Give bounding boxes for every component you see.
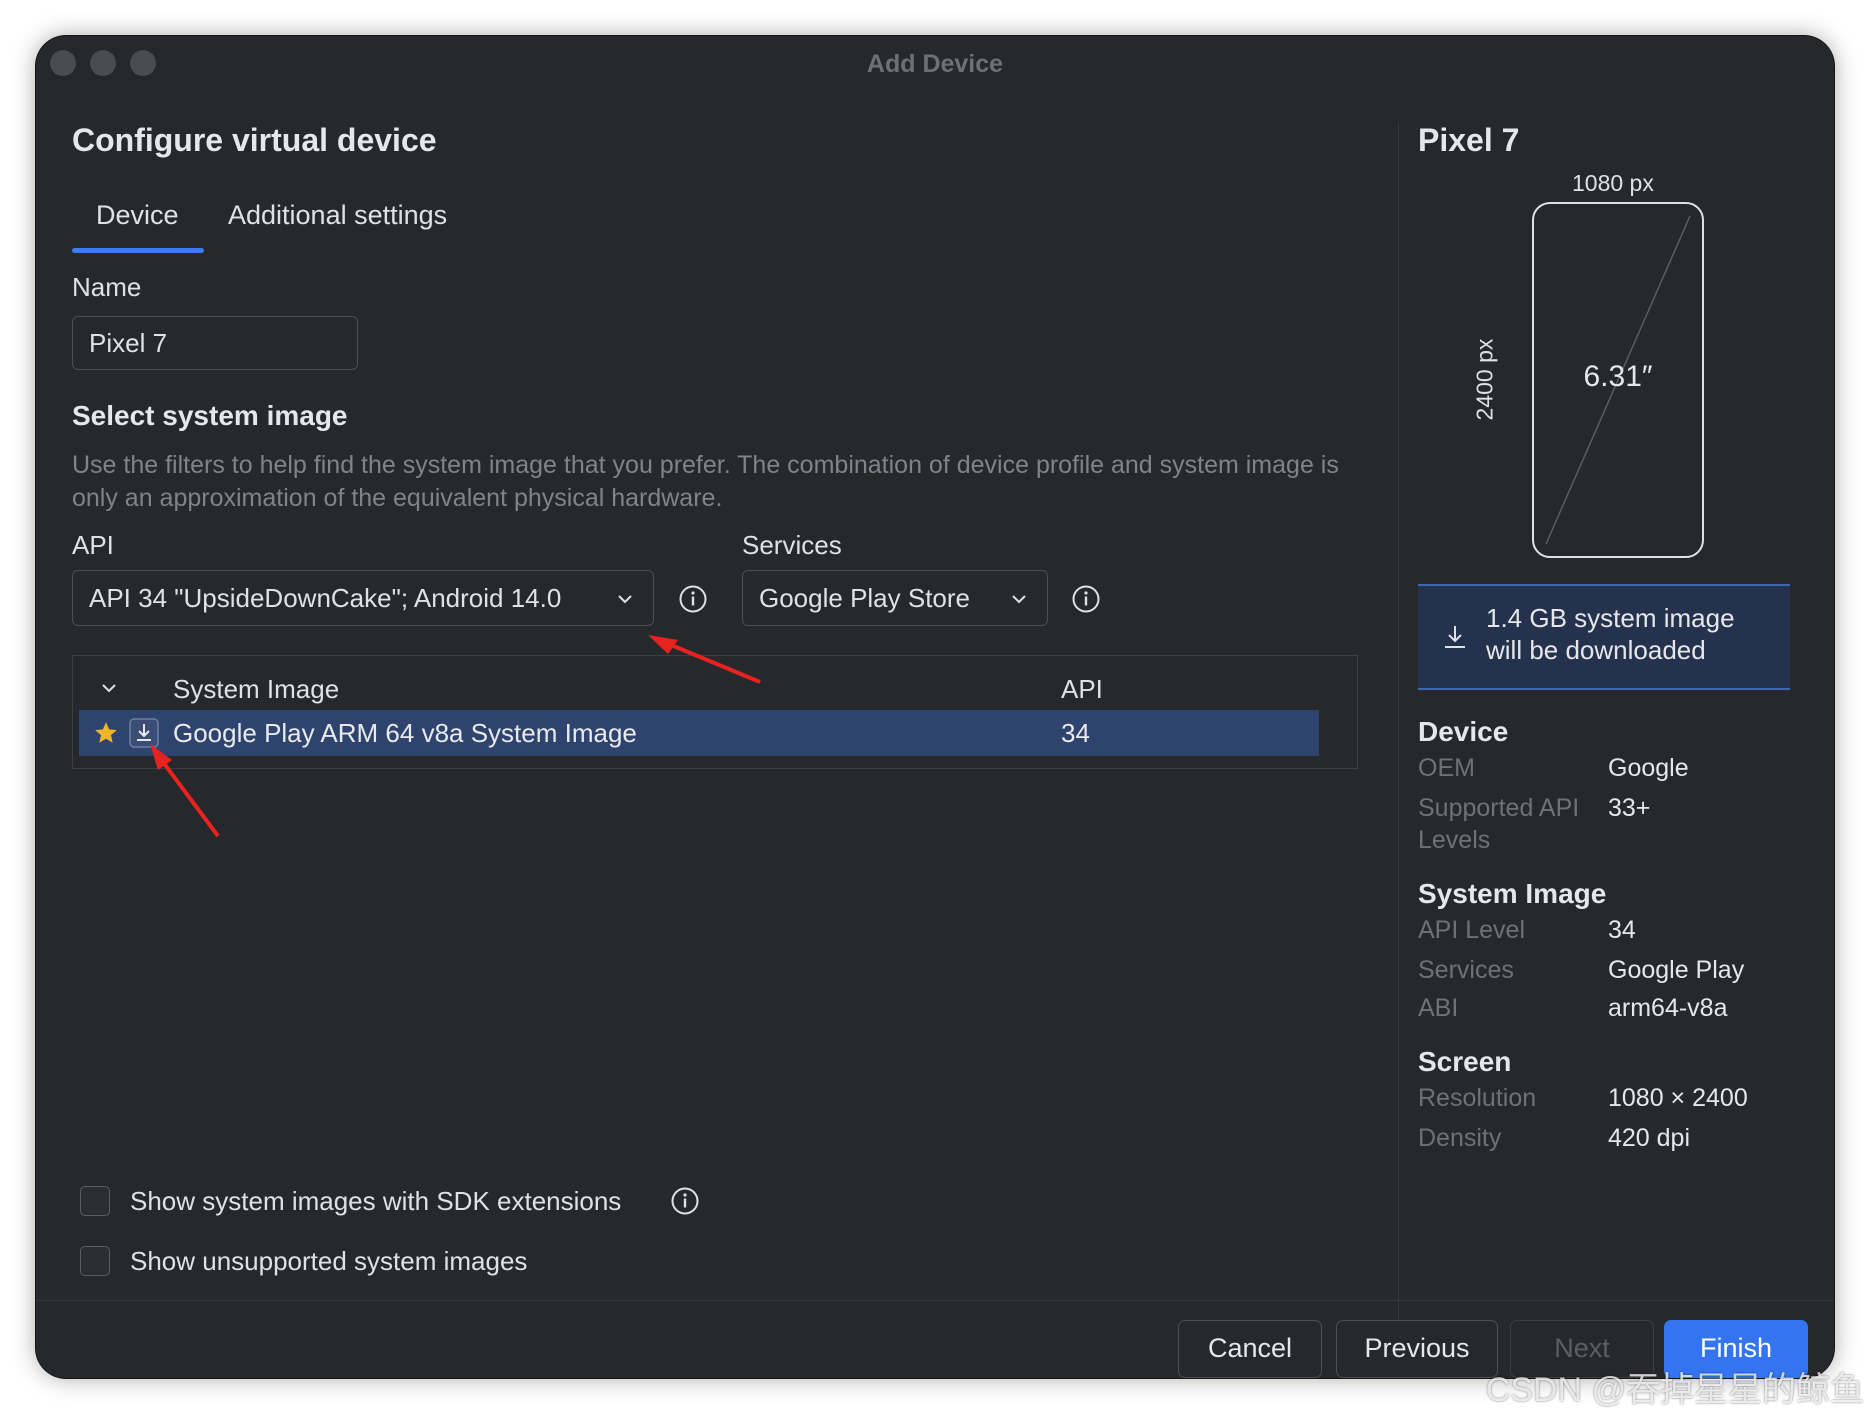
device-screen-preview: 6.31″ — [1532, 202, 1704, 558]
add-device-dialog: Add Device Configure virtual device Devi… — [36, 36, 1834, 1378]
annotation-arrowhead-api — [648, 635, 678, 654]
system-image-api: 34 — [1061, 718, 1090, 748]
cancel-button[interactable]: Cancel — [1178, 1320, 1322, 1378]
info-icon[interactable] — [678, 584, 708, 614]
density-key: Density — [1418, 1124, 1502, 1152]
download-notice: 1.4 GB system image will be downloaded — [1418, 584, 1790, 690]
preview-device-name: Pixel 7 — [1418, 122, 1520, 158]
services-value: Google Play — [1608, 956, 1745, 984]
api-level-value: 34 — [1608, 916, 1636, 944]
height-label: 2400 px — [1471, 338, 1498, 421]
sdk-extensions-checkbox[interactable] — [80, 1186, 110, 1216]
download-notice-text: 1.4 GB system image will be downloaded — [1486, 603, 1735, 665]
api-level-key: API Level — [1418, 916, 1526, 944]
system-image-name: Google Play ARM 64 v8a System Image — [173, 718, 637, 748]
chevron-down-icon — [618, 595, 632, 604]
select-system-image-heading: Select system image — [72, 400, 348, 431]
column-header-api[interactable]: API — [1061, 674, 1103, 705]
tab-additional-settings[interactable]: Additional settings — [228, 200, 447, 231]
page-title: Configure virtual device — [72, 122, 437, 158]
details-screen-heading: Screen — [1418, 1046, 1512, 1077]
resolution-value: 1080 × 2400 — [1608, 1084, 1748, 1112]
annotation-arrow-row — [158, 756, 220, 838]
unsupported-images-label[interactable]: Show unsupported system images — [130, 1246, 527, 1277]
resolution-key: Resolution — [1418, 1084, 1537, 1112]
details-system-image-heading: System Image — [1418, 878, 1607, 909]
collapse-chevron-icon[interactable] — [99, 678, 119, 698]
info-icon[interactable] — [670, 1186, 700, 1216]
system-image-description: Use the filters to help find the system … — [72, 451, 1339, 512]
abi-value: arm64-v8a — [1608, 994, 1728, 1022]
services-key: Services — [1418, 956, 1514, 984]
name-field[interactable]: Pixel 7 — [72, 316, 358, 370]
sdk-extensions-label[interactable]: Show system images with SDK extensions — [130, 1186, 621, 1217]
services-label: Services — [742, 530, 842, 560]
panel-divider — [1398, 122, 1399, 1334]
title-bar: Add Device — [36, 36, 1834, 106]
services-select-value: Google Play Store — [759, 583, 971, 613]
table-row[interactable]: Google Play ARM 64 v8a System Image 34 — [79, 710, 1319, 756]
download-icon[interactable] — [129, 718, 159, 748]
services-select[interactable]: Google Play Store — [742, 570, 1048, 626]
system-image-table: System Image API Google Play ARM 64 v8a … — [72, 655, 1358, 769]
width-label: 1080 px — [1572, 170, 1654, 196]
active-tab-indicator — [72, 248, 204, 253]
density-value: 420 dpi — [1608, 1124, 1691, 1152]
screen-diagonal: 6.31″ — [1583, 360, 1653, 393]
star-icon[interactable] — [93, 720, 119, 746]
watermark: CSDN @吞掉星星的鲸鱼 — [1485, 1371, 1864, 1409]
oem-key: OEM — [1418, 754, 1475, 782]
abi-key: ABI — [1418, 994, 1459, 1022]
oem-value: Google — [1608, 754, 1689, 782]
details-device-heading: Device — [1418, 716, 1509, 747]
previous-button[interactable]: Previous — [1336, 1320, 1498, 1378]
api-levels-value: 33+ — [1608, 794, 1651, 822]
footer-divider — [36, 1300, 1834, 1301]
api-label: API — [72, 530, 114, 560]
download-icon — [1445, 626, 1465, 648]
tab-device[interactable]: Device — [96, 200, 179, 231]
column-header-system-image[interactable]: System Image — [173, 674, 339, 705]
api-levels-key: Supported API Levels — [1418, 794, 1580, 854]
chevron-down-icon — [1012, 595, 1026, 604]
window-title: Add Device — [866, 50, 1004, 78]
name-label: Name — [72, 272, 142, 302]
api-select[interactable]: API 34 "UpsideDownCake"; Android 14.0 — [72, 570, 654, 626]
unsupported-images-checkbox[interactable] — [80, 1246, 110, 1276]
api-select-value: API 34 "UpsideDownCake"; Android 14.0 — [89, 583, 562, 613]
info-icon[interactable] — [1071, 584, 1101, 614]
